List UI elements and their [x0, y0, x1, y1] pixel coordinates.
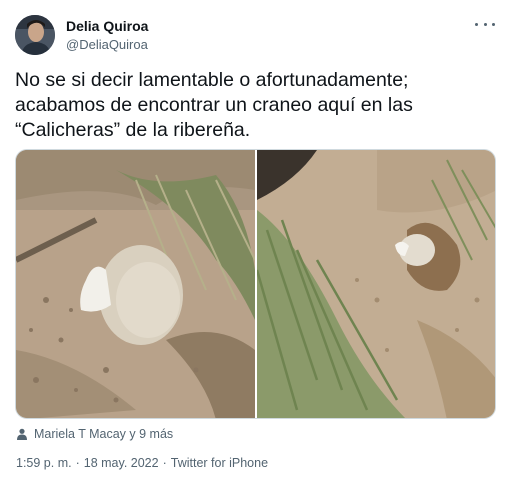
author-avatar[interactable]: [15, 15, 55, 55]
skull-photo-image: [257, 150, 495, 418]
tweet-text-line: No se si decir lamentable o afortunadame…: [15, 69, 409, 91]
tweet-photo-2[interactable]: [257, 150, 495, 418]
skull-photo-image: [16, 150, 255, 418]
tagged-users[interactable]: Mariela T Macay y 9 más: [16, 426, 173, 442]
tweet-metadata: 1:59 p. m. · 18 may. 2022 · Twitter for …: [16, 455, 268, 471]
more-options-button[interactable]: [475, 16, 495, 32]
tweet-time[interactable]: 1:59 p. m.: [16, 455, 72, 471]
author-handle[interactable]: @DeliaQuiroa: [66, 36, 148, 53]
tweet-text-line: acabamos de encontrar un craneo aquí en …: [15, 94, 413, 116]
tweet-date[interactable]: 18 may. 2022: [84, 455, 159, 471]
avatar-image: [15, 15, 55, 55]
more-dots-icon: [483, 22, 487, 26]
more-dots-icon: [475, 22, 478, 26]
tweet-text-line: “Calicheras” de la ribereña.: [15, 119, 251, 141]
tweet-media: [15, 149, 496, 419]
tweet-source[interactable]: Twitter for iPhone: [171, 455, 268, 471]
more-dots-icon: [492, 22, 495, 26]
author-name[interactable]: Delia Quiroa: [66, 17, 148, 35]
tweet-photo-1[interactable]: [16, 150, 255, 418]
tweet-card: Delia Quiroa @DeliaQuiroa No se si decir…: [0, 0, 508, 485]
tagged-users-text: Mariela T Macay y 9 más: [34, 427, 174, 441]
person-icon: [17, 428, 27, 440]
tweet-text: No se si decir lamentable o afortunadame…: [15, 68, 495, 143]
meta-separator: ·: [162, 456, 167, 470]
meta-separator: ·: [75, 456, 80, 470]
